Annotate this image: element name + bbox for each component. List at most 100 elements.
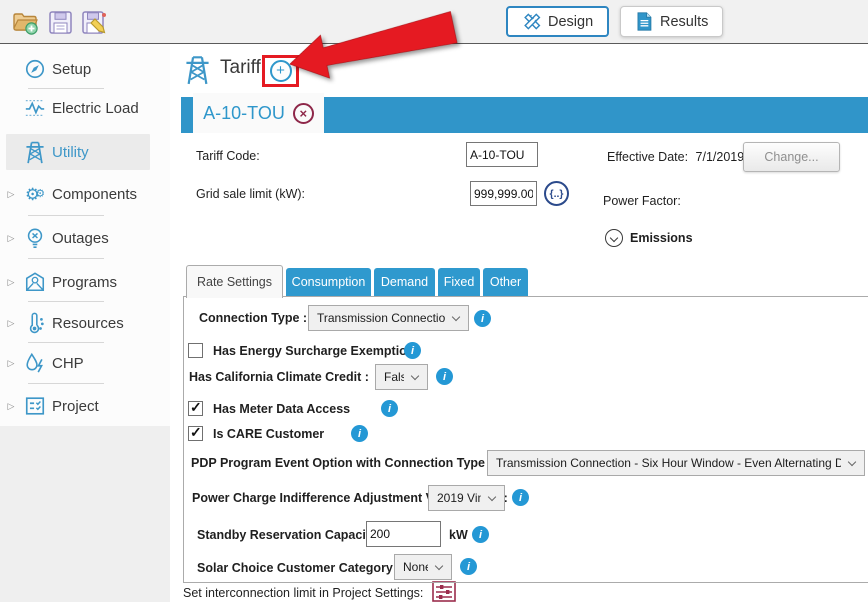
tariff-tab-label: A-10-TOU — [203, 103, 285, 124]
solar-choice-value: None — [403, 560, 428, 574]
connection-type-label: Connection Type : — [199, 311, 307, 325]
connection-type-value: Transmission Connection — [317, 311, 445, 325]
close-tab-icon[interactable]: × — [293, 103, 314, 124]
sidebar-item-label: Programs — [52, 274, 117, 291]
expand-arrow-icon[interactable]: ▷ — [0, 277, 22, 288]
info-icon[interactable]: i — [351, 425, 368, 442]
chevron-down-icon — [452, 313, 460, 321]
info-icon[interactable]: i — [472, 526, 489, 543]
effective-date: Effective Date: 7/1/2019 — [607, 150, 744, 164]
standby-capacity-unit: kW — [449, 528, 468, 542]
info-icon[interactable]: i — [460, 558, 477, 575]
open-project-icon[interactable] — [12, 9, 39, 36]
tab-other[interactable]: Other — [483, 268, 528, 296]
grid-sale-limit-input[interactable] — [470, 181, 537, 206]
expand-arrow-icon[interactable]: ▷ — [0, 318, 22, 329]
climate-credit-label: Has California Climate Credit : — [189, 370, 369, 384]
tab-consumption[interactable]: Consumption — [286, 268, 371, 296]
sidebar-item-utility[interactable]: Utility — [6, 134, 150, 170]
save-icon[interactable] — [47, 9, 74, 36]
meter-access-label: Has Meter Data Access — [213, 402, 350, 416]
sidebar-item-label: Outages — [52, 230, 109, 247]
meter-access-checkbox[interactable] — [188, 401, 203, 416]
sidebar-divider — [28, 88, 104, 89]
tariff-tab-a10tou[interactable]: A-10-TOU × — [193, 93, 324, 133]
surcharge-label: Has Energy Surcharge Exemption — [213, 344, 414, 358]
emissions-label: Emissions — [630, 231, 693, 245]
sidebar-divider — [28, 342, 104, 343]
transmission-tower-icon — [22, 140, 48, 164]
thermometer-icon — [22, 312, 48, 334]
info-icon[interactable]: i — [381, 400, 398, 417]
solar-choice-label: Solar Choice Customer Category : — [197, 561, 401, 575]
sidebar-divider — [28, 383, 104, 384]
tariff-code-label: Tariff Code: — [196, 149, 260, 163]
results-label: Results — [660, 14, 708, 30]
sidebar-item-electric-load[interactable]: Electric Load — [0, 90, 158, 126]
effective-date-value: 7/1/2019 — [696, 150, 745, 164]
tab-demand[interactable]: Demand — [374, 268, 435, 296]
info-icon[interactable]: i — [404, 342, 421, 359]
emissions-expander[interactable] — [605, 229, 623, 247]
chevron-down-icon — [435, 562, 443, 570]
tariff-tower-icon — [184, 54, 211, 85]
save-as-icon[interactable] — [81, 9, 108, 36]
sidebar-item-programs[interactable]: ▷ Programs — [0, 264, 158, 300]
grid-sale-limit-label: Grid sale limit (kW): — [196, 187, 305, 201]
app-window: Design Results Setup Electric Load — [0, 0, 868, 602]
sidebar-item-components[interactable]: ▷ ⚙⚙ Components — [0, 176, 158, 212]
design-label: Design — [548, 14, 593, 30]
sidebar-background — [0, 426, 170, 602]
sidebar-item-project[interactable]: ▷ Project — [0, 388, 158, 424]
results-icon — [635, 12, 653, 31]
results-button[interactable]: Results — [620, 6, 723, 37]
add-tariff-button[interactable]: + — [270, 60, 292, 82]
info-icon[interactable]: i — [436, 368, 453, 385]
tab-fixed[interactable]: Fixed — [438, 268, 480, 296]
sidebar-item-resources[interactable]: ▷ Resources — [0, 305, 158, 341]
sidebar-divider — [28, 258, 104, 259]
solar-choice-select[interactable]: None — [394, 554, 452, 580]
sidebar-item-label: CHP — [52, 355, 84, 372]
tariff-code-input[interactable] — [466, 142, 538, 167]
sidebar-item-label: Setup — [52, 61, 91, 78]
connection-type-select[interactable]: Transmission Connection — [308, 305, 469, 331]
surcharge-checkbox[interactable] — [188, 343, 203, 358]
chevron-down-icon — [848, 458, 856, 466]
info-icon[interactable]: i — [512, 489, 529, 506]
sidebar-item-setup[interactable]: Setup — [0, 51, 158, 87]
expand-arrow-icon[interactable]: ▷ — [0, 358, 22, 369]
outage-bulb-icon — [22, 227, 48, 249]
power-factor-label: Power Factor: — [603, 194, 681, 208]
tab-rate-settings[interactable]: Rate Settings — [186, 265, 283, 298]
sidebar-item-chp[interactable]: ▷ CHP — [0, 345, 158, 381]
expand-arrow-icon[interactable]: ▷ — [0, 189, 22, 200]
compass-icon — [22, 58, 48, 80]
pcia-vintage-select[interactable]: 2019 Vintage — [428, 485, 505, 511]
climate-credit-value: False — [384, 370, 404, 384]
page-title: Tariff — [220, 57, 261, 79]
pdp-option-label: PDP Program Event Option with Connection… — [191, 456, 493, 470]
standby-capacity-input[interactable] — [366, 521, 441, 547]
design-icon — [522, 12, 541, 31]
expand-arrow-icon[interactable]: ▷ — [0, 233, 22, 244]
sidebar-item-outages[interactable]: ▷ Outages — [0, 220, 158, 256]
climate-credit-select[interactable]: False — [375, 364, 428, 390]
sidebar-divider — [28, 215, 104, 216]
sidebar-item-label: Project — [52, 398, 99, 415]
standby-capacity-label: Standby Reservation Capacity — [197, 528, 377, 542]
sidebar-divider — [28, 301, 104, 302]
care-customer-label: Is CARE Customer — [213, 427, 324, 441]
info-icon[interactable]: i — [474, 310, 491, 327]
sensitivity-values-button[interactable]: {..} — [544, 181, 569, 206]
sidebar-item-label: Components — [52, 186, 137, 203]
chevron-down-icon — [488, 493, 496, 501]
sidebar-item-label: Electric Load — [52, 100, 139, 117]
change-date-button[interactable]: Change... — [743, 142, 840, 172]
care-customer-checkbox[interactable] — [188, 426, 203, 441]
expand-arrow-icon[interactable]: ▷ — [0, 401, 22, 412]
design-button[interactable]: Design — [506, 6, 609, 37]
program-envelope-icon — [22, 271, 48, 293]
pdp-option-select[interactable]: Transmission Connection - Six Hour Windo… — [487, 450, 865, 476]
project-settings-icon[interactable] — [432, 581, 456, 602]
